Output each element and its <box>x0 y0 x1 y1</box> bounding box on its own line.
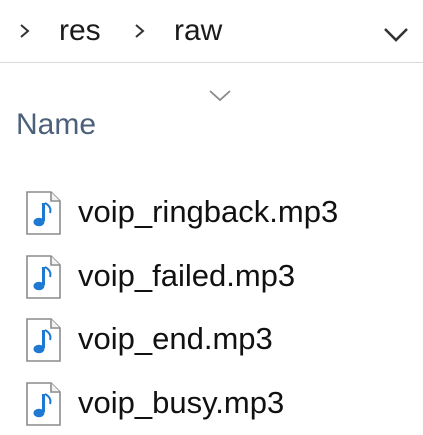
audio-file-icon <box>26 382 61 426</box>
audio-file-icon <box>26 255 61 299</box>
file-name: voip_end.mp3 <box>78 321 273 356</box>
file-row[interactable]: voip_failed.mp3 <box>0 247 423 307</box>
chevron-down-icon[interactable] <box>380 21 412 47</box>
file-name: voip_ringback.mp3 <box>78 194 339 229</box>
file-name: voip_busy.mp3 <box>78 385 285 420</box>
file-row[interactable]: voip_busy.mp3 <box>0 374 423 434</box>
file-list: Name voip_ringback.mp3 voip_failed.mp3 v… <box>0 64 423 435</box>
chevron-right-icon[interactable] <box>18 19 32 43</box>
audio-file-icon <box>26 318 61 362</box>
file-name: voip_failed.mp3 <box>78 258 296 293</box>
address-bar: res raw <box>0 0 423 63</box>
audio-file-icon <box>26 191 61 235</box>
chevron-right-icon[interactable] <box>133 19 147 43</box>
file-row[interactable]: voip_end.mp3 <box>0 310 423 370</box>
sort-descending-icon <box>209 90 231 102</box>
breadcrumb-item-res[interactable]: res <box>59 12 101 50</box>
column-header-name[interactable]: Name <box>16 105 96 145</box>
breadcrumb-item-raw[interactable]: raw <box>174 12 222 50</box>
file-row[interactable]: voip_ringback.mp3 <box>0 183 423 243</box>
